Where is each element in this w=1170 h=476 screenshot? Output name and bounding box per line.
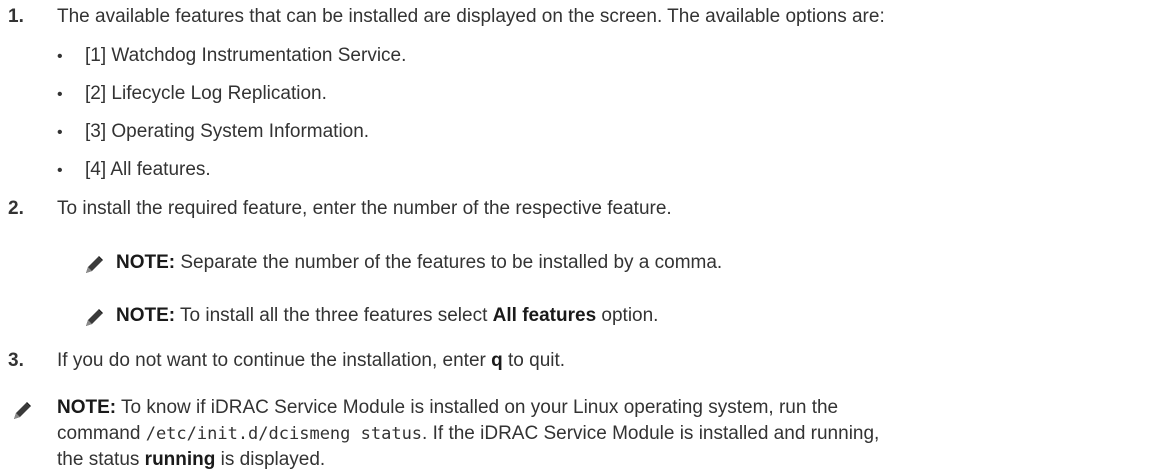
- note-emphasis: running: [144, 449, 216, 470]
- step-number: 3.: [8, 350, 24, 371]
- note-text: option.: [596, 305, 659, 326]
- note-text: command: [57, 423, 146, 444]
- note-text: Separate the number of the features to b…: [175, 252, 723, 273]
- step-emphasis: q: [491, 350, 503, 371]
- list-item: [3] Operating System Information.: [85, 121, 370, 142]
- pencil-icon: [11, 400, 33, 422]
- list-item: [4] All features.: [85, 159, 211, 180]
- bullet: •: [57, 162, 63, 179]
- pencil-icon: [83, 307, 105, 329]
- note-text: . If the iDRAC Service Module is install…: [422, 423, 880, 444]
- bullet: •: [57, 124, 63, 141]
- note-text: To know if iDRAC Service Module is insta…: [116, 397, 839, 418]
- step-text: The available features that can be insta…: [57, 6, 885, 27]
- note-emphasis: All features: [492, 305, 597, 326]
- pencil-icon: [83, 254, 105, 276]
- step-text: If you do not want to continue the insta…: [57, 350, 492, 371]
- list-item: [2] Lifecycle Log Replication.: [85, 83, 327, 104]
- step-number: 2.: [8, 198, 24, 219]
- note-text: the status: [57, 449, 145, 470]
- step-number: 1.: [8, 6, 24, 27]
- note-text: To install all the three features select: [175, 305, 493, 326]
- note-label: NOTE:: [57, 397, 117, 418]
- note-text: is displayed.: [215, 449, 326, 470]
- note-label: NOTE:: [116, 305, 176, 326]
- list-item: [1] Watchdog Instrumentation Service.: [85, 45, 407, 66]
- note-label: NOTE:: [116, 252, 176, 273]
- bullet: •: [57, 86, 63, 103]
- bullet: •: [57, 48, 63, 65]
- command-code: /etc/init.d/dcismeng status: [145, 424, 423, 444]
- step-text: to quit.: [502, 350, 566, 371]
- step-text: To install the required feature, enter t…: [57, 198, 672, 219]
